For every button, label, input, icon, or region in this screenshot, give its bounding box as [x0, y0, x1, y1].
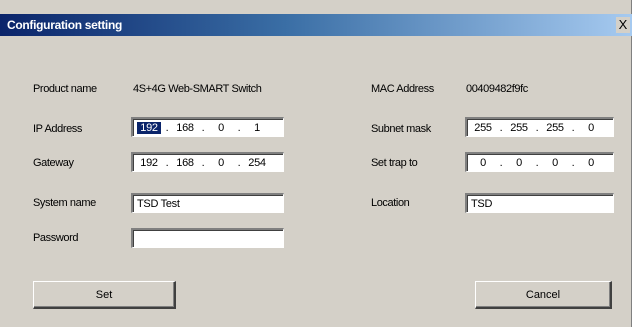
trap-octet-3[interactable]: 0 [543, 157, 567, 169]
ip-dot: . [499, 121, 503, 134]
ip-dot: . [237, 121, 241, 134]
location-label: Location [371, 197, 410, 209]
set-trap-field[interactable]: 0 . 0 . 0 . 0 [465, 152, 614, 172]
product-name-label: Product name [33, 83, 97, 95]
ip-dot: . [535, 156, 539, 169]
gateway-label: Gateway [33, 157, 74, 169]
ip-dot: . [165, 121, 169, 134]
trap-octet-1[interactable]: 0 [471, 157, 495, 169]
dialog-title: Configuration setting [7, 18, 123, 32]
cancel-button[interactable]: Cancel [475, 281, 612, 309]
mac-address-label: MAC Address [371, 83, 434, 95]
ip-dot: . [237, 156, 241, 169]
ip-dot: . [165, 156, 169, 169]
trap-octet-2[interactable]: 0 [507, 157, 531, 169]
gateway-octet-3[interactable]: 0 [209, 157, 233, 169]
mac-address-value: 00409482f9fc [466, 83, 528, 95]
password-input[interactable] [131, 228, 284, 248]
gateway-octet-2[interactable]: 168 [173, 157, 197, 169]
ip-dot: . [535, 121, 539, 134]
ip-octet-3[interactable]: 0 [209, 122, 233, 134]
set-button[interactable]: Set [33, 281, 176, 309]
system-name-label: System name [33, 197, 96, 209]
ip-octet-2[interactable]: 168 [173, 122, 197, 134]
subnet-mask-label: Subnet mask [371, 123, 431, 135]
gateway-octet-4[interactable]: 254 [245, 157, 269, 169]
ip-octet-4[interactable]: 1 [245, 122, 269, 134]
ip-dot: . [201, 156, 205, 169]
ip-octet-1[interactable]: 192 [137, 121, 161, 134]
set-trap-label: Set trap to [371, 157, 418, 169]
config-dialog: Configuration setting X Product name 4S+… [0, 0, 632, 327]
ip-dot: . [499, 156, 503, 169]
close-icon[interactable]: X [616, 17, 630, 33]
subnet-octet-3[interactable]: 255 [543, 122, 567, 134]
password-label: Password [33, 232, 79, 244]
product-name-value: 4S+4G Web-SMART Switch [133, 83, 262, 95]
ip-address-field[interactable]: 192 . 168 . 0 . 1 [131, 117, 284, 137]
ip-dot: . [201, 121, 205, 134]
subnet-mask-field[interactable]: 255 . 255 . 255 . 0 [465, 117, 614, 137]
subnet-octet-1[interactable]: 255 [471, 122, 495, 134]
subnet-octet-4[interactable]: 0 [579, 122, 603, 134]
ip-address-label: IP Address [33, 123, 82, 135]
trap-octet-4[interactable]: 0 [579, 157, 603, 169]
gateway-octet-1[interactable]: 192 [137, 157, 161, 169]
ip-dot: . [571, 121, 575, 134]
ip-dot: . [571, 156, 575, 169]
title-bar[interactable]: Configuration setting X [0, 14, 632, 36]
location-input[interactable]: TSD [465, 193, 614, 213]
subnet-octet-2[interactable]: 255 [507, 122, 531, 134]
gateway-field[interactable]: 192 . 168 . 0 . 254 [131, 152, 284, 172]
system-name-input[interactable]: TSD Test [131, 193, 284, 213]
